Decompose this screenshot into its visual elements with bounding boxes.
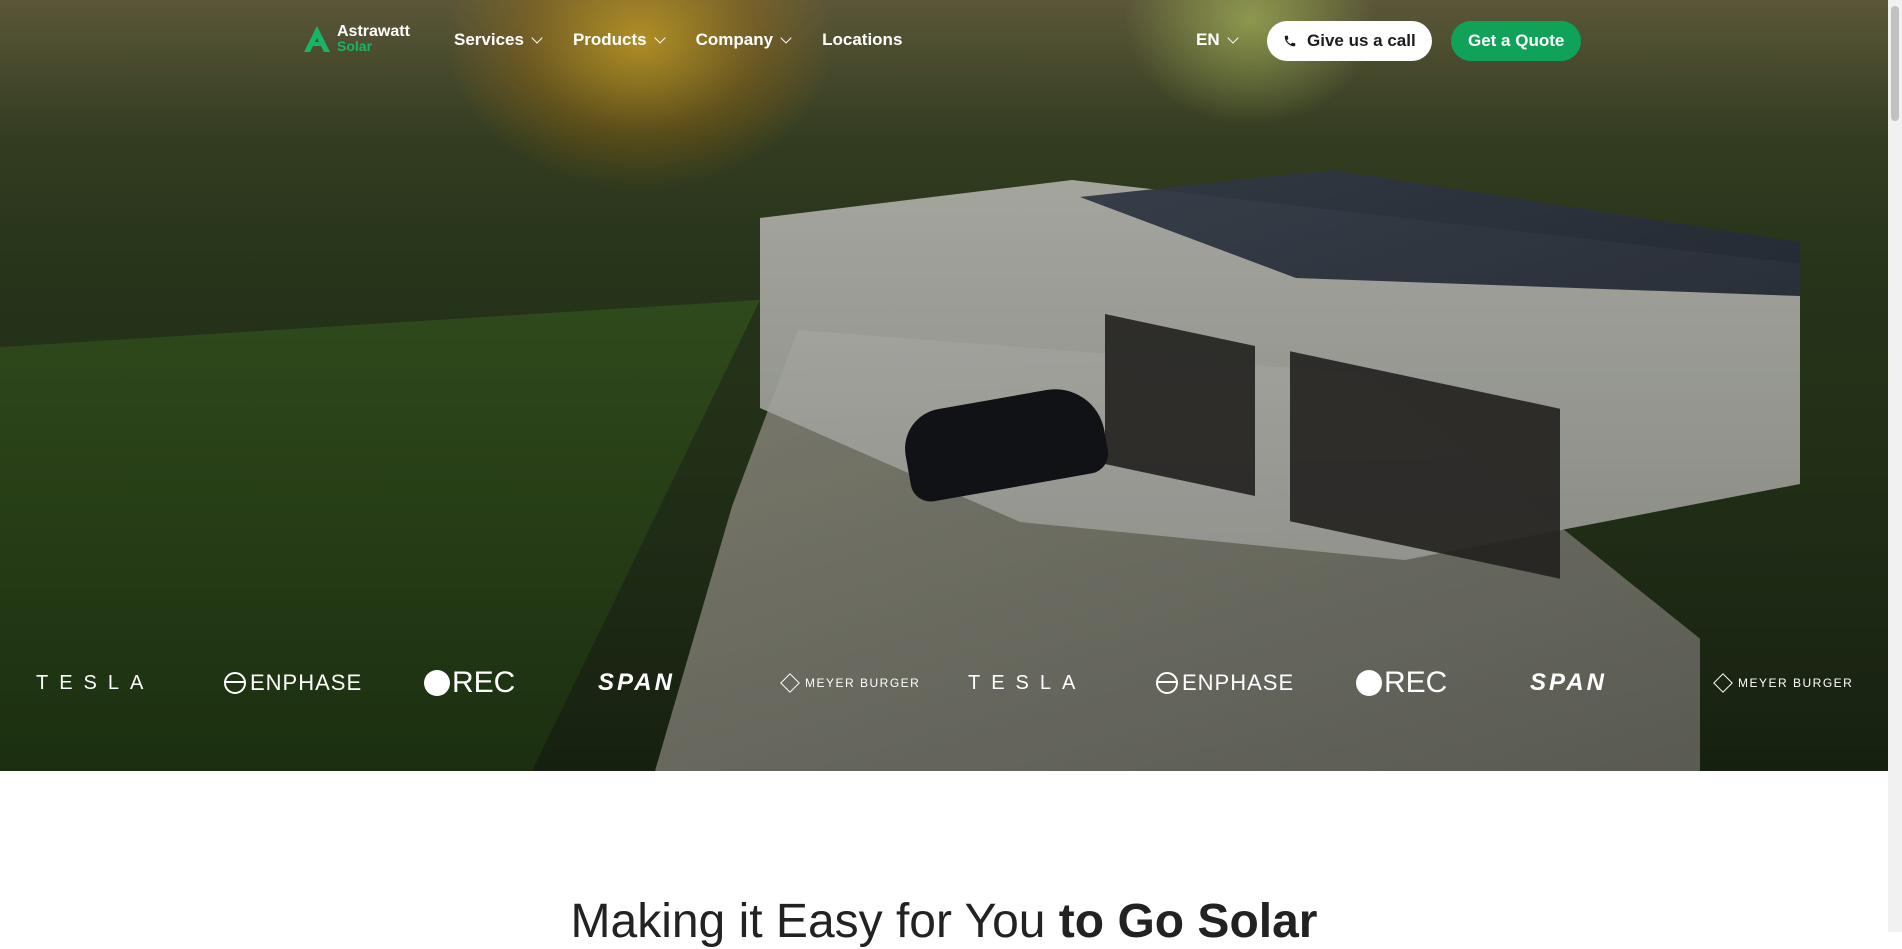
call-button[interactable]: Give us a call [1267,21,1432,61]
brand-name: MEYER BURGER [1738,676,1854,690]
page-scrollbar[interactable] [1888,0,1902,932]
enphase-icon [1156,672,1178,694]
chevron-down-icon [1226,31,1239,44]
chevron-down-icon [780,31,792,44]
rec-icon [424,670,450,696]
hero-overlay [0,0,1888,771]
get-quote-button[interactable]: Get a Quote [1451,21,1582,61]
nav-item-locations[interactable]: Locations [822,30,902,50]
quote-button-label: Get a Quote [1468,31,1565,50]
logo-icon [303,24,331,54]
brand-name: SPAN [598,669,675,696]
brand-name: REC [452,666,516,699]
scrollbar-thumb[interactable] [1891,6,1899,121]
brand-logo-span: SPAN [1530,660,1607,706]
brand-name: MEYER BURGER [805,676,921,690]
nav-item-label: Services [454,30,524,49]
meyer-burger-icon [780,673,800,693]
brand-logo-enphase: ENPHASE [224,660,362,706]
brand-name: SPAN [1530,669,1607,696]
brand-name: TESLA [968,671,1087,694]
brand-name: ENPHASE [1182,670,1295,695]
nav-item-label: Products [572,30,647,49]
logo-subtitle: Solar [337,38,373,54]
brand-logo-rec: REC [1356,660,1447,706]
meyer-burger-icon [1713,673,1733,693]
nav-item-products[interactable]: Products [572,30,666,50]
chevron-down-icon [531,31,543,44]
heading-bold: to Go Solar [1058,895,1318,948]
section-heading: Making it Easy for You to Go Solar [0,894,1888,949]
phone-icon [1284,35,1296,47]
language-selector[interactable]: EN [1196,30,1239,50]
brand-logo-enphase: ENPHASE [1156,660,1294,706]
hero-image [0,0,1888,771]
chevron-down-icon [653,31,666,44]
brand-logo-tesla: TESLA [36,660,154,706]
enphase-icon [224,672,246,694]
top-navigation: Astrawatt Solar Services Products Compan… [0,0,1888,84]
brand-name: REC [1384,666,1448,699]
brand-logo-span: SPAN [598,660,675,706]
brand-logo-tesla: TESLA [968,660,1086,706]
brand-name: ENPHASE [250,670,363,695]
language-label: EN [1196,30,1220,49]
rec-icon [1356,670,1382,696]
main-menu: Services Products Company Locations [454,30,934,50]
brand-logo-meyer-burger: MEYER BURGER [1713,660,1854,706]
brand-logo-rec: REC [424,660,515,706]
brand-name: TESLA [36,671,155,694]
nav-item-label: Locations [822,30,903,49]
nav-item-company[interactable]: Company [695,30,792,50]
brand-logo-meyer-burger: MEYER BURGER [780,660,921,706]
site-logo[interactable]: Astrawatt Solar [303,24,410,54]
logo-name: Astrawatt [337,23,410,40]
brand-logos-strip: TESLA ENPHASE REC SPAN MEYER BURGER TESL… [0,660,1888,706]
heading-light: Making it Easy for You [570,895,1059,948]
nav-item-label: Company [695,30,774,49]
nav-item-services[interactable]: Services [454,30,543,50]
call-button-label: Give us a call [1307,31,1416,50]
